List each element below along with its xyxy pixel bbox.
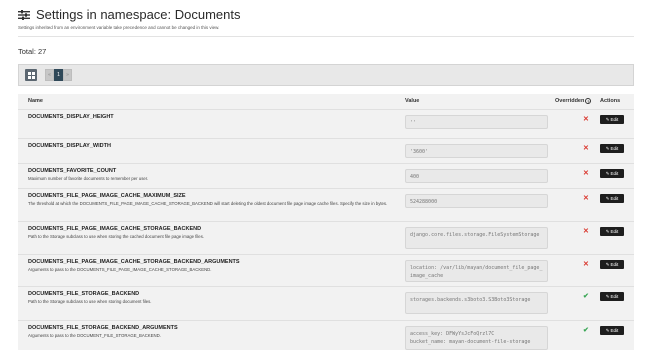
pencil-icon: ✎ xyxy=(605,262,610,267)
setting-description: Path to the Storage subclass to use when… xyxy=(28,299,152,304)
not-overridden-x-icon: ✕ xyxy=(583,228,589,235)
table-row: DOCUMENTS_FILE_PAGE_IMAGE_CACHE_STORAGE_… xyxy=(18,221,634,255)
not-overridden-x-icon: ✕ xyxy=(583,261,589,268)
edit-button[interactable]: ✎Edit xyxy=(600,260,624,269)
setting-value-field[interactable]: '3600' xyxy=(405,144,548,158)
page-subtitle: Settings inherited from an environment v… xyxy=(18,25,220,30)
pencil-icon: ✎ xyxy=(605,229,610,234)
setting-name: DOCUMENTS_FAVORITE_COUNT xyxy=(28,168,117,174)
not-overridden-x-icon: ✕ xyxy=(583,145,589,152)
page-title: Settings in namespace: Documents xyxy=(36,7,241,22)
edit-button[interactable]: ✎Edit xyxy=(600,115,624,124)
settings-sliders-icon xyxy=(18,9,30,20)
setting-name: DOCUMENTS_DISPLAY_HEIGHT xyxy=(28,114,114,120)
list-toolbar: « 1 » xyxy=(18,64,634,86)
setting-value-field[interactable]: location: /var/lib/mayan/document_file_p… xyxy=(405,260,548,282)
edit-button-label: Edit xyxy=(610,328,619,333)
edit-button-label: Edit xyxy=(610,146,619,151)
setting-value-field[interactable]: django.core.files.storage.FileSystemStor… xyxy=(405,227,548,249)
setting-description: Arguments to pass to the DOCUMENT_FILE_S… xyxy=(28,333,161,338)
setting-description: Arguments to pass to the DOCUMENTS_FILE_… xyxy=(28,267,212,272)
column-header-overridden[interactable]: Overridden ? xyxy=(555,98,592,104)
edit-button-label: Edit xyxy=(610,196,619,201)
settings-table: Name Value Overridden ? Actions DOCUMENT… xyxy=(18,94,634,350)
edit-button[interactable]: ✎Edit xyxy=(600,292,624,301)
column-header-actions: Actions xyxy=(600,98,621,104)
divider xyxy=(18,36,634,37)
table-row: DOCUMENTS_FAVORITE_COUNT Maximum number o… xyxy=(18,163,634,189)
setting-name: DOCUMENTS_FILE_PAGE_IMAGE_CACHE_MAXIMUM_… xyxy=(28,193,186,199)
setting-description: Path to the Storage subclass to use when… xyxy=(28,234,205,239)
pagination: « 1 » xyxy=(45,69,72,81)
overridden-check-icon: ✔ xyxy=(583,293,589,300)
setting-name: DOCUMENTS_FILE_PAGE_IMAGE_CACHE_STORAGE_… xyxy=(28,226,202,232)
edit-button-label: Edit xyxy=(610,262,619,267)
pagination-prev[interactable]: « xyxy=(45,69,54,81)
pencil-icon: ✎ xyxy=(605,196,610,201)
column-header-name[interactable]: Name xyxy=(28,98,43,104)
help-icon[interactable]: ? xyxy=(585,98,592,104)
setting-name: DOCUMENTS_FILE_STORAGE_BACKEND xyxy=(28,291,140,297)
not-overridden-x-icon: ✕ xyxy=(583,116,589,123)
edit-button-label: Edit xyxy=(610,294,619,299)
table-header: Name Value Overridden ? Actions xyxy=(18,94,634,110)
setting-value-field[interactable]: '' xyxy=(405,115,548,129)
page-header: Settings in namespace: Documents xyxy=(18,7,241,22)
edit-button-label: Edit xyxy=(610,171,619,176)
setting-name: DOCUMENTS_FILE_STORAGE_BACKEND_ARGUMENTS xyxy=(28,325,178,331)
setting-value-field[interactable]: access_key: DFWyYsJcFoQrzl7C bucket_name… xyxy=(405,326,548,350)
edit-button-label: Edit xyxy=(610,117,619,122)
setting-value-field[interactable]: 400 xyxy=(405,169,548,183)
edit-button[interactable]: ✎Edit xyxy=(600,326,624,335)
edit-button[interactable]: ✎Edit xyxy=(600,227,624,236)
setting-value-field[interactable]: storages.backends.s3boto3.S3Boto3Storage xyxy=(405,292,548,314)
setting-description: Maximum number of favorite documents to … xyxy=(28,176,149,181)
pencil-icon: ✎ xyxy=(605,117,610,122)
not-overridden-x-icon: ✕ xyxy=(583,170,589,177)
setting-name: DOCUMENTS_FILE_PAGE_IMAGE_CACHE_STORAGE_… xyxy=(28,259,240,265)
edit-button[interactable]: ✎Edit xyxy=(600,169,624,178)
pencil-icon: ✎ xyxy=(605,146,610,151)
grid-view-button[interactable] xyxy=(25,69,37,81)
table-row: DOCUMENTS_FILE_STORAGE_BACKEND_ARGUMENTS… xyxy=(18,320,634,351)
overridden-check-icon: ✔ xyxy=(583,327,589,334)
edit-button[interactable]: ✎Edit xyxy=(600,194,624,203)
pencil-icon: ✎ xyxy=(605,294,610,299)
setting-name: DOCUMENTS_DISPLAY_WIDTH xyxy=(28,143,111,149)
setting-value-field[interactable]: 524288000 xyxy=(405,194,548,208)
pagination-next[interactable]: » xyxy=(63,69,72,81)
table-row: DOCUMENTS_FILE_STORAGE_BACKEND Path to th… xyxy=(18,286,634,321)
table-row: DOCUMENTS_FILE_PAGE_IMAGE_CACHE_MAXIMUM_… xyxy=(18,188,634,222)
edit-button[interactable]: ✎Edit xyxy=(600,144,624,153)
table-row: DOCUMENTS_DISPLAY_WIDTH '3600' ✕ ✎Edit xyxy=(18,138,634,164)
edit-button-label: Edit xyxy=(610,229,619,234)
pagination-page-current[interactable]: 1 xyxy=(54,69,63,81)
column-header-overridden-label: Overridden xyxy=(555,98,585,104)
column-header-value[interactable]: Value xyxy=(405,98,419,104)
setting-description: The threshold at which the DOCUMENTS_FIL… xyxy=(28,201,388,206)
pencil-icon: ✎ xyxy=(605,328,610,333)
not-overridden-x-icon: ✕ xyxy=(583,195,589,202)
table-row: DOCUMENTS_FILE_PAGE_IMAGE_CACHE_STORAGE_… xyxy=(18,254,634,287)
table-row: DOCUMENTS_DISPLAY_HEIGHT '' ✕ ✎Edit xyxy=(18,109,634,139)
pencil-icon: ✎ xyxy=(605,171,610,176)
total-count: Total: 27 xyxy=(18,47,47,56)
